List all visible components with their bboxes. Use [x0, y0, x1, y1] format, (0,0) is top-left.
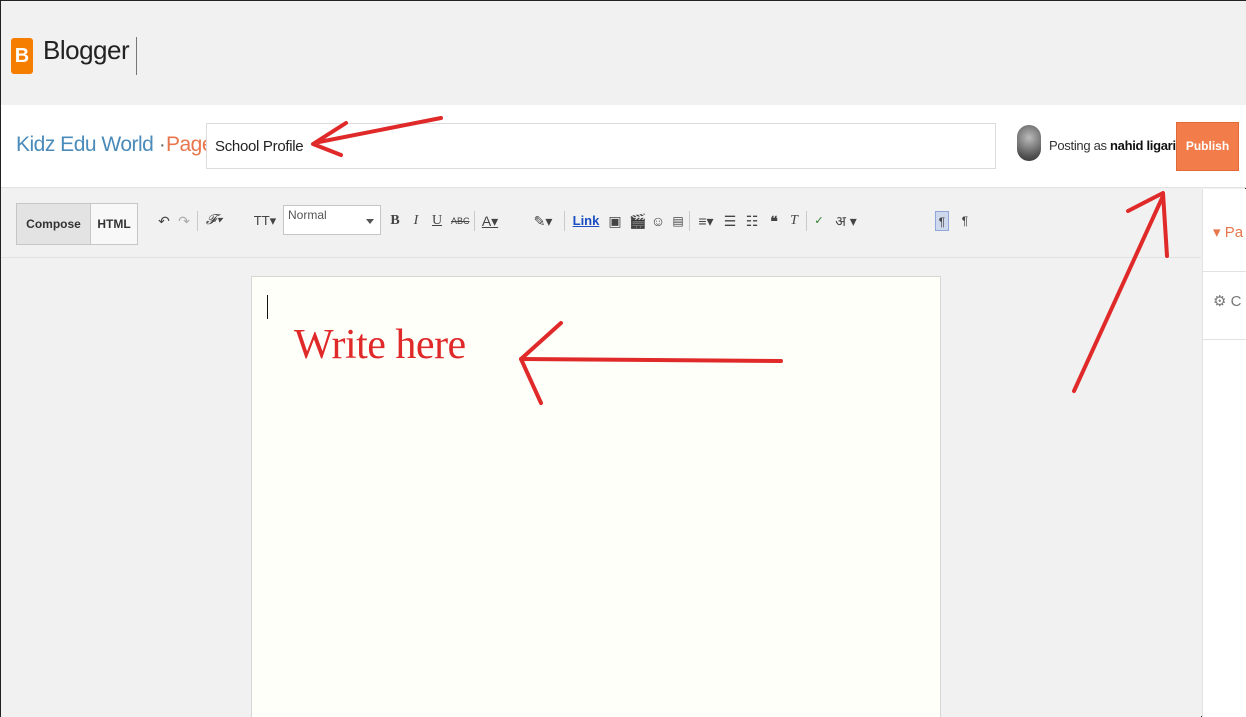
text-color-icon[interactable]: A▾ — [479, 211, 501, 231]
input-tools-icon[interactable]: अ ▾ — [833, 211, 859, 231]
top-bar: B Blogger — [1, 1, 1246, 105]
side-divider — [1203, 271, 1246, 272]
brand-name[interactable]: Blogger — [43, 35, 130, 66]
editor-header: Kidz Edu World · Page Posting as nahid l… — [1, 105, 1246, 188]
font-family-icon[interactable]: 𝓕▾ — [203, 211, 225, 231]
left-to-right-icon[interactable]: ¶ — [935, 211, 949, 231]
blogger-logo-icon[interactable]: B — [11, 38, 33, 74]
bold-icon[interactable]: B — [389, 211, 401, 231]
undo-icon[interactable]: ↶ — [157, 211, 171, 231]
compose-mode-button[interactable]: Compose — [17, 204, 91, 244]
posting-as-text: Posting as nahid ligari — [1049, 138, 1176, 153]
toolbar-divider — [689, 211, 690, 231]
side-divider — [1203, 339, 1246, 340]
insert-emoji-icon[interactable]: ☺ — [650, 211, 666, 231]
underline-icon[interactable]: U — [431, 211, 443, 231]
insert-jump-break-icon[interactable]: ▤ — [671, 211, 685, 231]
quote-icon[interactable]: ❝ — [767, 211, 781, 231]
breadcrumb-separator: · — [159, 134, 166, 156]
numbered-list-icon[interactable]: ☰ — [722, 211, 738, 231]
right-to-left-icon[interactable]: ¶ — [959, 211, 971, 231]
bulleted-list-icon[interactable]: ☷ — [744, 211, 760, 231]
text-cursor — [267, 295, 268, 319]
toolbar-divider — [197, 211, 198, 231]
side-item-options[interactable]: ⚙ C — [1213, 292, 1241, 310]
align-icon[interactable]: ≡▾ — [695, 211, 717, 231]
html-mode-button[interactable]: HTML — [91, 204, 137, 244]
annotation-write-here: Write here — [294, 322, 466, 368]
highlight-color-icon[interactable]: ✎▾ — [531, 211, 555, 231]
mode-switch: Compose HTML — [16, 203, 138, 245]
format-select[interactable]: Normal — [283, 205, 381, 235]
publish-button[interactable]: Publish — [1176, 122, 1239, 171]
user-name: nahid ligari — [1110, 138, 1176, 153]
strikethrough-icon[interactable]: ABC — [451, 211, 470, 231]
toolbar-divider — [474, 211, 475, 231]
editor-area — [1, 259, 1201, 717]
posting-prefix: Posting as — [1049, 138, 1107, 153]
redo-icon[interactable]: ↷ — [177, 211, 191, 231]
avatar[interactable] — [1017, 125, 1041, 161]
font-size-icon[interactable]: TT▾ — [253, 211, 277, 231]
settings-side-panel: ▾ Pa ⚙ C — [1202, 189, 1246, 717]
spellcheck-icon[interactable]: ✓ — [811, 211, 827, 231]
remove-formatting-icon[interactable]: T — [787, 211, 801, 231]
italic-icon[interactable]: I — [410, 211, 422, 231]
brand-divider — [136, 37, 137, 75]
side-item-page-settings[interactable]: ▾ Pa — [1213, 223, 1243, 241]
editor-toolbar: Compose HTML ↶ ↷ 𝓕▾ TT▾ Normal B I U ABC… — [1, 189, 1201, 258]
page-title-input[interactable] — [206, 123, 996, 169]
blog-name-link[interactable]: Kidz Edu World — [16, 133, 154, 157]
insert-video-icon[interactable]: 🎬 — [629, 211, 646, 231]
toolbar-divider — [564, 211, 565, 231]
toolbar-divider — [806, 211, 807, 231]
insert-image-icon[interactable]: ▣ — [607, 211, 623, 231]
insert-link-button[interactable]: Link — [571, 211, 601, 231]
format-select-value: Normal — [288, 208, 327, 222]
chevron-down-icon — [366, 219, 374, 224]
